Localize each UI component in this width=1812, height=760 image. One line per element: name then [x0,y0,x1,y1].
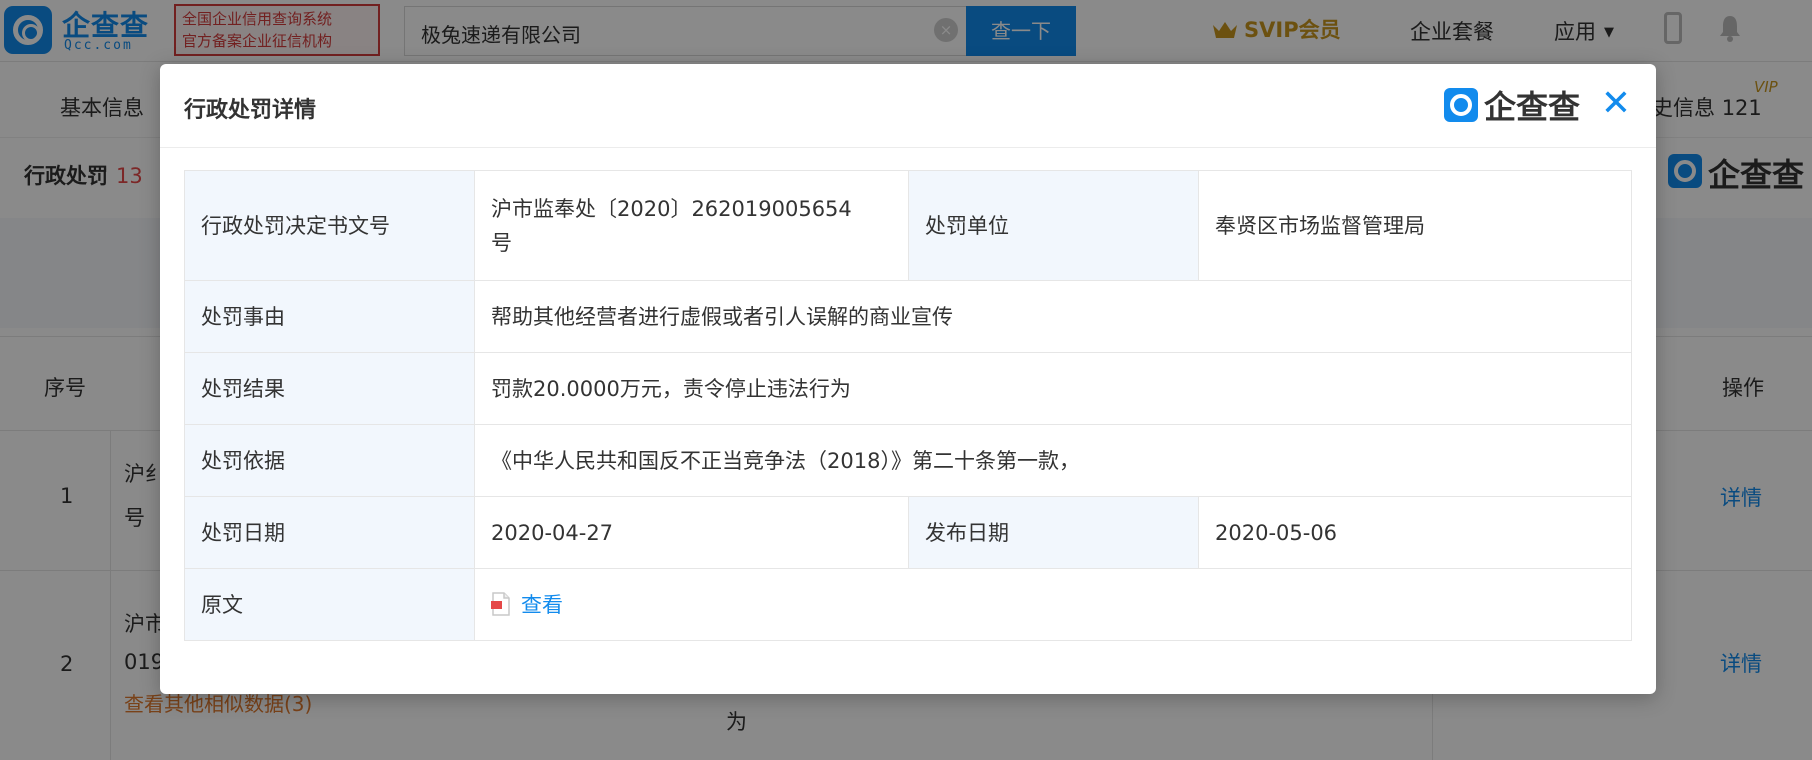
basis-value: 《中华人民共和国反不正当竞争法（2018）》第二十条第一款， [474,424,1632,497]
penalty-detail-table: 行政处罚决定书文号 沪市监奉处〔2020〕262019005654 号 处罚单位… [184,170,1632,641]
detail-row: 行政处罚决定书文号 沪市监奉处〔2020〕262019005654 号 处罚单位… [184,170,1632,281]
modal-title: 行政处罚详情 [184,98,317,123]
view-original-link[interactable]: 查看 [491,591,563,617]
detail-row: 处罚事由 帮助其他经营者进行虚假或者引人误解的商业宣传 [184,280,1632,353]
unit-label: 处罚单位 [908,170,1199,281]
doc-number-value: 沪市监奉处〔2020〕262019005654 号 [474,170,909,281]
doc-number-label: 行政处罚决定书文号 [184,170,475,281]
doc-number-value-line1: 沪市监奉处〔2020〕262019005654 [491,196,852,221]
reason-value: 帮助其他经营者进行虚假或者引人误解的商业宣传 [474,280,1632,353]
reason-label: 处罚事由 [184,280,475,353]
original-value: 查看 [474,568,1632,641]
modal-logo-text: 企查查 [1484,88,1581,126]
penalty-date-label: 处罚日期 [184,496,475,569]
page: 企查查 Qcc.com 全国企业信用查询系统 官方备案企业征信机构 极兔速递有限… [0,0,1812,760]
basis-label: 处罚依据 [184,424,475,497]
publish-date-label: 发布日期 [908,496,1199,569]
unit-value: 奉贤区市场监督管理局 [1198,170,1632,281]
publish-date-value: 2020-05-06 [1198,496,1632,569]
close-icon[interactable]: ✕ [1596,84,1636,124]
detail-row: 原文 查看 [184,568,1632,641]
detail-row: 处罚依据 《中华人民共和国反不正当竞争法（2018）》第二十条第一款， [184,424,1632,497]
original-label: 原文 [184,568,475,641]
detail-row: 处罚日期 2020-04-27 发布日期 2020-05-06 [184,496,1632,569]
penalty-date-value: 2020-04-27 [474,496,909,569]
result-value: 罚款20.0000万元，责令停止违法行为 [474,352,1632,425]
view-original-label: 查看 [521,592,563,617]
doc-number-value-line2: 号 [491,230,512,255]
modal-header: 行政处罚详情 企查查 ✕ [160,64,1656,148]
qcc-logo-icon [1444,88,1478,122]
result-label: 处罚结果 [184,352,475,425]
penalty-detail-modal: 行政处罚详情 企查查 ✕ 行政处罚决定书文号 沪市监奉处〔2020〕262019… [160,64,1656,694]
pdf-file-icon [491,591,510,616]
detail-row: 处罚结果 罚款20.0000万元，责令停止违法行为 [184,352,1632,425]
